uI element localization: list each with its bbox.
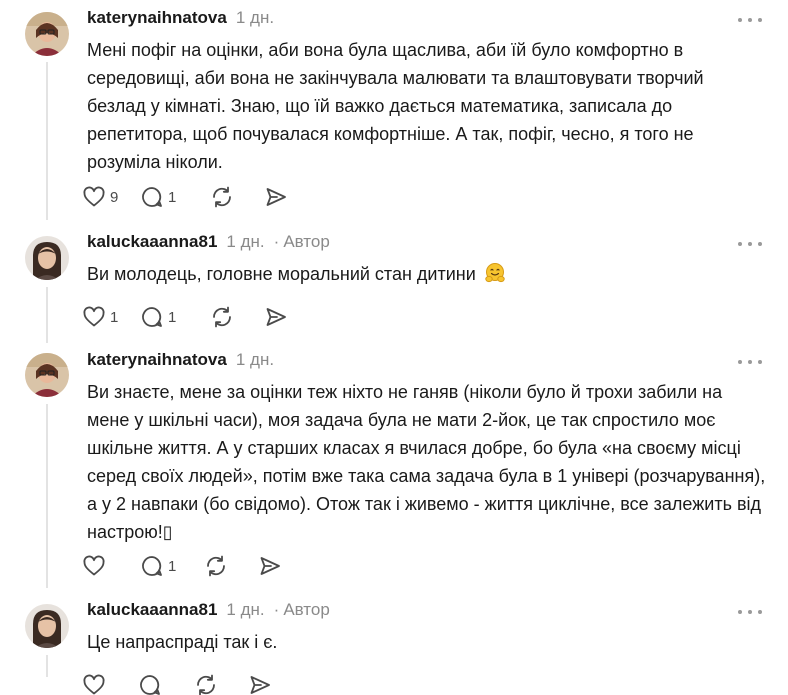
username[interactable]: kaluckaaanna81 bbox=[87, 600, 217, 620]
more-icon[interactable] bbox=[738, 14, 762, 26]
reply-count: 1 bbox=[168, 188, 177, 206]
username[interactable]: katerynaihnatova bbox=[87, 350, 227, 370]
repost-icon bbox=[207, 555, 225, 577]
comment-actions bbox=[82, 672, 272, 695]
avatar[interactable] bbox=[25, 236, 69, 280]
comment-meta: kaluckaaanna81 1 дн. · Автор bbox=[87, 600, 330, 622]
share-icon bbox=[250, 676, 270, 694]
comment-icon bbox=[142, 556, 162, 576]
repost-button[interactable] bbox=[194, 673, 248, 695]
thread-line bbox=[46, 404, 48, 588]
reply-count: 1 bbox=[168, 557, 177, 575]
avatar[interactable] bbox=[25, 12, 69, 56]
thread-line bbox=[46, 287, 48, 343]
share-button[interactable] bbox=[258, 554, 282, 578]
repost-button[interactable] bbox=[210, 185, 264, 209]
share-icon bbox=[260, 557, 280, 575]
reply-button[interactable]: 1 bbox=[140, 554, 204, 578]
meta-separator: · bbox=[273, 232, 280, 251]
reply-button[interactable]: 1 bbox=[140, 305, 210, 329]
comment-text: Це напраспраді так і є. bbox=[87, 632, 278, 652]
avatar[interactable] bbox=[25, 604, 69, 648]
share-button[interactable] bbox=[264, 305, 288, 329]
reply-button[interactable]: 1 bbox=[140, 185, 210, 209]
heart-icon bbox=[83, 186, 105, 207]
thread-line bbox=[46, 62, 48, 220]
author-badge: Автор bbox=[283, 600, 330, 619]
repost-icon bbox=[213, 186, 231, 208]
comment-meta: kaluckaaanna81 1 дн. · Автор bbox=[87, 232, 330, 254]
reply-button[interactable] bbox=[138, 673, 194, 695]
timestamp[interactable]: 1 дн. bbox=[236, 350, 274, 370]
repost-icon bbox=[197, 674, 215, 695]
heart-icon bbox=[83, 555, 105, 576]
more-icon[interactable] bbox=[738, 238, 762, 250]
reply-count: 1 bbox=[168, 308, 177, 326]
author-badge: Автор bbox=[283, 232, 330, 251]
timestamp[interactable]: 1 дн. bbox=[226, 600, 264, 620]
comment-thread: katerynaihnatova 1 дн. Мені пофіг на оці… bbox=[0, 0, 788, 695]
username[interactable]: katerynaihnatova bbox=[87, 8, 227, 28]
meta-separator: · bbox=[273, 600, 280, 619]
more-icon[interactable] bbox=[738, 606, 762, 618]
comment-text: Мені пофіг на оцінки, аби вона була щасл… bbox=[87, 40, 704, 172]
more-icon[interactable] bbox=[738, 356, 762, 368]
like-count: 9 bbox=[110, 188, 119, 206]
heart-icon bbox=[83, 306, 105, 327]
like-button[interactable]: 9 bbox=[82, 185, 140, 209]
share-button[interactable] bbox=[248, 673, 272, 695]
like-button[interactable]: 1 bbox=[82, 305, 140, 329]
comment-text-content: Ви молодець, головне моральний стан дити… bbox=[87, 264, 476, 284]
like-button[interactable] bbox=[82, 554, 140, 578]
share-icon bbox=[266, 188, 286, 206]
comment-actions: 1 1 bbox=[82, 304, 288, 330]
username[interactable]: kaluckaaanna81 bbox=[87, 232, 217, 252]
avatar[interactable] bbox=[25, 353, 69, 397]
comment-actions: 9 1 bbox=[82, 184, 288, 210]
comment-meta: katerynaihnatova 1 дн. bbox=[87, 350, 274, 372]
timestamp[interactable]: 1 дн. bbox=[236, 8, 274, 28]
thread-line bbox=[46, 655, 48, 677]
repost-button[interactable] bbox=[210, 305, 264, 329]
comment-icon bbox=[140, 675, 160, 695]
like-button[interactable] bbox=[82, 673, 138, 695]
comment-icon bbox=[142, 307, 162, 327]
repost-button[interactable] bbox=[204, 554, 258, 578]
share-icon bbox=[266, 308, 286, 326]
heart-icon bbox=[83, 674, 105, 695]
comment-actions: 1 bbox=[82, 553, 282, 579]
repost-icon bbox=[213, 306, 231, 328]
share-button[interactable] bbox=[264, 185, 288, 209]
comment-meta: katerynaihnatova 1 дн. bbox=[87, 8, 274, 30]
comment-text: Ви знаєте, мене за оцінки теж ніхто не г… bbox=[87, 382, 766, 542]
hugging-face-emoji bbox=[484, 262, 506, 292]
like-count: 1 bbox=[110, 308, 119, 326]
timestamp[interactable]: 1 дн. bbox=[226, 232, 264, 252]
comment-text: Ви молодець, головне моральний стан дити… bbox=[87, 260, 767, 292]
comment-icon bbox=[142, 187, 162, 207]
